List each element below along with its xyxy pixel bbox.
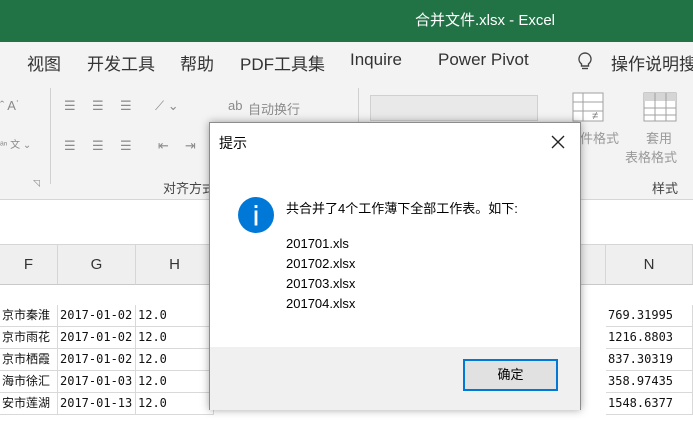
file-list-item: 201701.xls: [286, 236, 349, 251]
close-button[interactable]: [536, 123, 580, 161]
format-as-table-label-2[interactable]: 表格格式: [625, 147, 677, 166]
cell-h[interactable]: 12.0: [136, 305, 214, 327]
align-bottom-icon[interactable]: ☰: [120, 98, 132, 114]
cell-h[interactable]: 12.0: [136, 327, 214, 349]
cell-h[interactable]: 12.0: [136, 349, 214, 371]
styles-group-label: 样式: [652, 181, 679, 196]
dialog-footer: 确定: [210, 347, 580, 410]
separator: [50, 88, 51, 184]
orientation-icon[interactable]: ⟋ ⌄: [155, 98, 179, 114]
cell-g[interactable]: 2017-01-02: [58, 327, 136, 349]
cell-h[interactable]: 12.0: [136, 393, 214, 415]
tab-inquire[interactable]: Inquire: [350, 50, 402, 70]
phonetic-icon[interactable]: ᵃⁿ 文 ⌄: [0, 136, 31, 151]
cell-n[interactable]: 769.31995: [606, 305, 693, 327]
column-header-f[interactable]: F: [0, 245, 58, 285]
align-top-icon[interactable]: ☰: [64, 98, 76, 114]
cell-f[interactable]: 京市雨花: [0, 327, 58, 349]
tab-developer[interactable]: 开发工具: [87, 50, 155, 75]
cell-g[interactable]: 2017-01-03: [58, 371, 136, 393]
tab-power-pivot[interactable]: Power Pivot: [438, 50, 529, 70]
tab-view[interactable]: 视图: [27, 50, 61, 75]
tell-me-search[interactable]: 操作说明搜: [611, 50, 693, 75]
cell-f[interactable]: 京市栖霞: [0, 349, 58, 371]
info-icon: [237, 196, 275, 234]
decrease-indent-icon[interactable]: ⇤: [158, 138, 169, 154]
tab-help[interactable]: 帮助: [180, 50, 214, 75]
conditional-format-label[interactable]: 件格式: [580, 128, 619, 147]
cell-g[interactable]: 2017-01-02: [58, 305, 136, 327]
align-left-icon[interactable]: ☰: [64, 138, 76, 154]
ribbon-tabs: 视图 开发工具 帮助 PDF工具集 Inquire Power Pivot 操作…: [0, 42, 693, 78]
wrap-text-button[interactable]: 自动换行: [248, 99, 300, 118]
lightbulb-icon[interactable]: [576, 51, 594, 71]
font-size-icon[interactable]: ˆ A˙: [0, 98, 20, 113]
dialog-message: 共合并了4个工作薄下全部工作表。如下:: [286, 201, 518, 216]
cell-g[interactable]: 2017-01-02: [58, 349, 136, 371]
align-middle-icon[interactable]: ☰: [92, 98, 104, 114]
window-title: 合并文件.xlsx - Excel: [415, 12, 556, 29]
wrap-text-icon[interactable]: ab: [228, 98, 242, 113]
ok-button[interactable]: 确定: [463, 359, 558, 391]
file-list-item: 201702.xlsx: [286, 256, 356, 271]
font-dialog-launcher-icon[interactable]: ◹: [33, 178, 40, 189]
format-as-table-label-1[interactable]: 套用: [646, 128, 672, 147]
dialog-title: 提示: [219, 135, 247, 151]
column-header-g[interactable]: G: [58, 245, 136, 285]
cell-n[interactable]: 1548.6377: [606, 393, 693, 415]
svg-text:≠: ≠: [592, 110, 598, 122]
cell-h[interactable]: 12.0: [136, 371, 214, 393]
tab-pdf-tools[interactable]: PDF工具集: [240, 50, 325, 75]
increase-indent-icon[interactable]: ⇥: [185, 138, 196, 154]
close-icon: [551, 135, 565, 149]
title-bar: 合并文件.xlsx - Excel: [0, 0, 693, 42]
format-as-table-icon[interactable]: [643, 92, 681, 127]
align-center-icon[interactable]: ☰: [92, 138, 104, 154]
cell-n[interactable]: 358.97435: [606, 371, 693, 393]
cell-f[interactable]: 海市徐汇: [0, 371, 58, 393]
cell-g[interactable]: 2017-01-13: [58, 393, 136, 415]
file-list-item: 201703.xlsx: [286, 276, 356, 291]
message-dialog: 提示 共合并了4个工作薄下全部工作表。如下: 201701.xls 201702…: [209, 122, 581, 410]
cell-n[interactable]: 837.30319: [606, 349, 693, 371]
cell-f[interactable]: 京市秦淮: [0, 305, 58, 327]
column-header-n[interactable]: N: [606, 245, 693, 285]
number-format-select[interactable]: [370, 95, 538, 121]
align-right-icon[interactable]: ☰: [120, 138, 132, 154]
alignment-group-label: 对齐方式: [163, 181, 216, 196]
file-list-item: 201704.xlsx: [286, 296, 356, 311]
cell-n[interactable]: 1216.8803: [606, 327, 693, 349]
column-header-h[interactable]: H: [136, 245, 214, 285]
cell-f[interactable]: 安市莲湖: [0, 393, 58, 415]
